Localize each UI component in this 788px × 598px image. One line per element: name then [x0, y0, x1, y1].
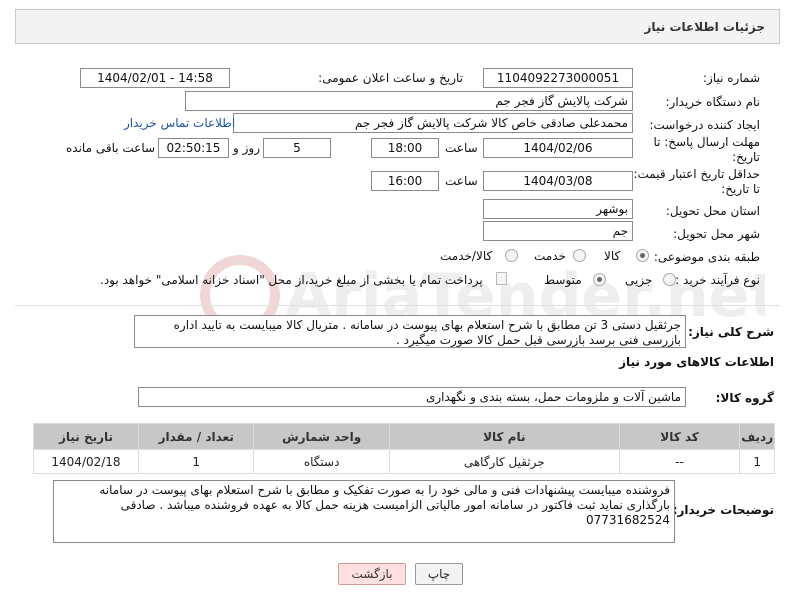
- process-radio-medium[interactable]: [593, 273, 606, 286]
- cell-need-date: 1404/02/18: [33, 449, 139, 474]
- requester-field: محمدعلی صادقی خاص کالا شرکت پالایش گاز ف…: [233, 113, 633, 133]
- goods-group-label: گروه کالا:: [715, 391, 774, 405]
- col-unit: واحد شمارش: [253, 423, 390, 450]
- validity-time-label: ساعت: [445, 174, 478, 188]
- city-field: جم: [483, 221, 633, 241]
- category-radio-goods[interactable]: [636, 249, 649, 262]
- validity-time-field: 16:00: [371, 171, 439, 191]
- table-header-row: ردیف کد کالا نام کالا واحد شمارش تعداد /…: [33, 423, 775, 450]
- need-number-field: 1104092273000051: [483, 68, 633, 88]
- page-header: جزئیات اطلاعات نیاز: [15, 9, 780, 44]
- items-table: ردیف کد کالا نام کالا واحد شمارش تعداد /…: [33, 423, 775, 474]
- deadline-time-field: 18:00: [371, 138, 439, 158]
- validity-label: حداقل تاریخ اعتبار قیمت:: [633, 167, 760, 181]
- treasury-payment-text: پرداخت تمام یا بخشی از مبلغ خرید،از محل …: [100, 273, 483, 287]
- process-label: نوع فرآیند خرید :: [675, 273, 760, 287]
- goods-group-field: ماشین آلات و ملزومات حمل، بسته بندی و نگ…: [138, 387, 686, 407]
- days-label: روز و: [233, 141, 260, 155]
- deadline-label-2: تاریخ:: [732, 150, 760, 164]
- divider: [15, 305, 780, 306]
- requester-label: ایجاد کننده درخواست:: [649, 118, 760, 132]
- remaining-time-label: ساعت باقی مانده: [66, 141, 156, 155]
- category-label: طبقه بندی موضوعی:: [653, 250, 760, 264]
- description-textarea: جرثقیل دستی 3 تن مطابق با شرح استعلام به…: [134, 315, 686, 348]
- deadline-time-label: ساعت: [445, 141, 478, 155]
- treasury-payment-checkbox[interactable]: [496, 272, 507, 285]
- table-row: 1 -- جرثقیل کارگاهی دستگاه 1 1404/02/18: [33, 449, 775, 474]
- process-option-minor: جزیی: [625, 273, 653, 287]
- page-title: جزئیات اطلاعات نیاز: [644, 20, 765, 34]
- col-name: نام کالا: [388, 423, 620, 450]
- cell-quantity: 1: [137, 449, 255, 474]
- buyer-org-label: نام دستگاه خریدار:: [665, 95, 761, 109]
- category-radio-goods-service[interactable]: [505, 249, 518, 262]
- cell-name: جرثقیل کارگاهی: [388, 449, 620, 474]
- announce-label: تاریخ و ساعت اعلان عمومی:: [318, 71, 463, 85]
- buyer-notes-textarea: فروشنده میبایست پیشنهادات فنی و مالی خود…: [53, 480, 675, 543]
- announce-datetime-field: 1404/02/01 - 14:58: [80, 68, 230, 88]
- category-option-goods-service: کالا/خدمت: [440, 249, 493, 263]
- deadline-label: مهلت ارسال پاسخ: تا: [653, 135, 760, 149]
- province-label: استان محل تحویل:: [665, 204, 760, 218]
- cell-unit: دستگاه: [253, 449, 390, 474]
- city-label: شهر محل تحویل:: [673, 227, 760, 241]
- cell-row: 1: [739, 449, 775, 474]
- col-quantity: تعداد / مقدار: [137, 423, 255, 450]
- process-radio-minor[interactable]: [663, 273, 676, 286]
- category-option-service: خدمت: [534, 249, 566, 263]
- col-need-date: تاریخ نیاز: [33, 423, 139, 450]
- buyer-notes-label: توضیحات خریدار:: [672, 503, 774, 517]
- validity-label-2: تا تاریخ:: [721, 182, 760, 196]
- deadline-date-field: 1404/02/06: [483, 138, 633, 158]
- goods-section-title: اطلاعات کالاهای مورد نیاز: [619, 355, 774, 369]
- province-field: بوشهر: [483, 199, 633, 219]
- col-row: ردیف: [739, 423, 775, 450]
- need-number-label: شماره نیاز:: [703, 71, 760, 85]
- col-code: کد کالا: [618, 423, 741, 450]
- category-option-goods: کالا: [604, 249, 621, 263]
- buyer-org-field: شرکت پالایش گاز فجر جم: [185, 91, 633, 111]
- back-button[interactable]: بازگشت: [338, 563, 406, 585]
- print-button[interactable]: چاپ: [415, 563, 463, 585]
- days-remaining-field: 5: [263, 138, 331, 158]
- validity-date-field: 1404/03/08: [483, 171, 633, 191]
- process-option-medium: متوسط: [544, 273, 582, 287]
- remaining-time-field: 02:50:15: [158, 138, 229, 158]
- description-label: شرح کلی نیاز:: [688, 325, 774, 339]
- cell-code: --: [618, 449, 741, 474]
- category-radio-service[interactable]: [573, 249, 586, 262]
- buyer-contact-link[interactable]: اطلاعات تماس خریدار: [124, 116, 235, 130]
